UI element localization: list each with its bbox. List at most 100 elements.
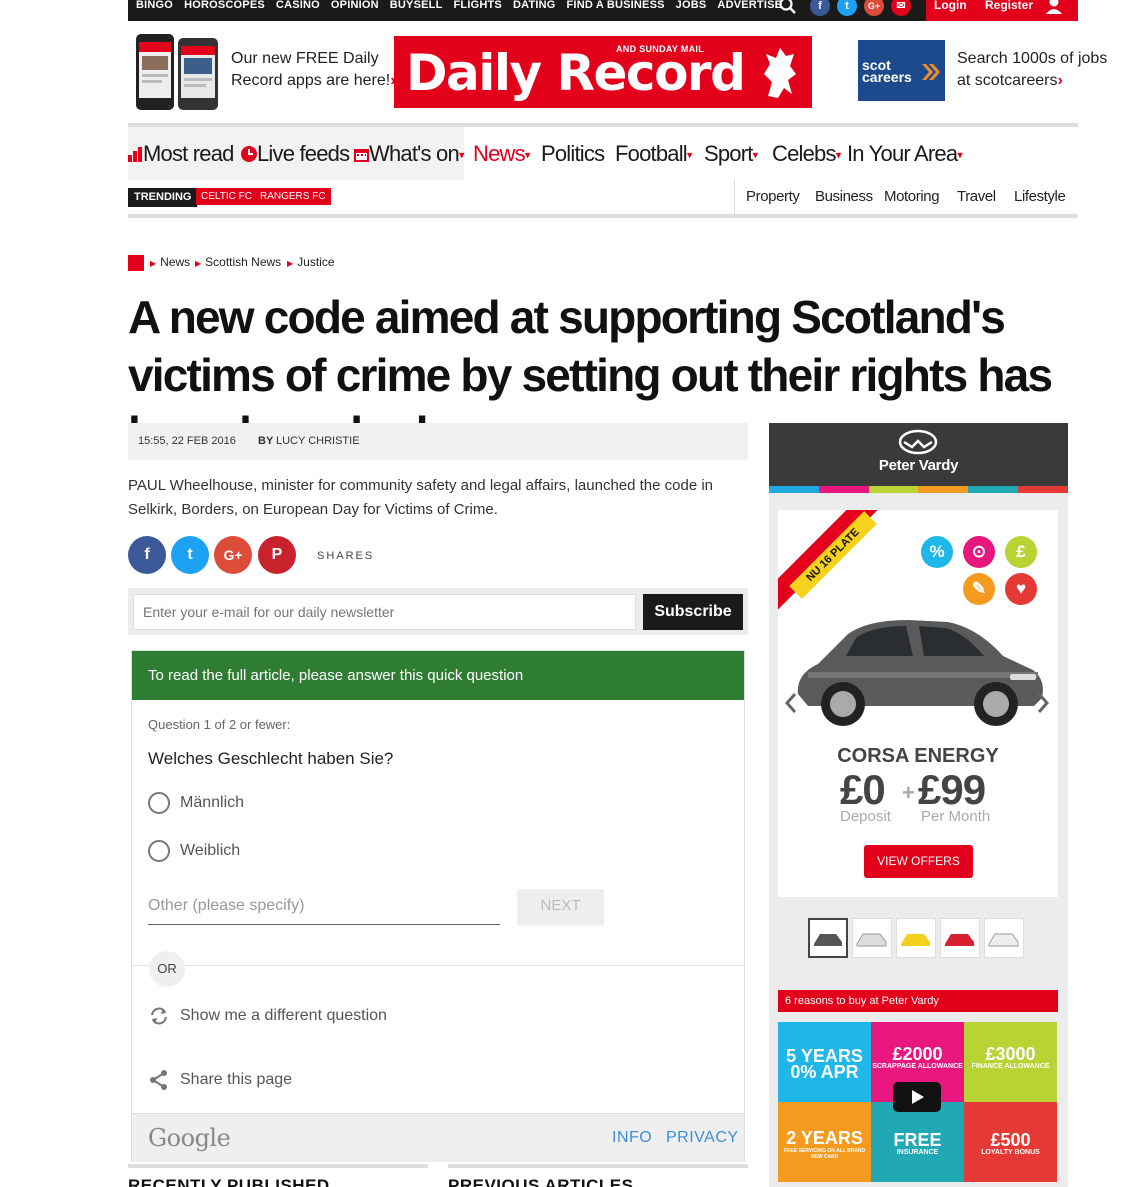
app-phones-image[interactable]	[134, 32, 220, 112]
jobs-promo[interactable]: Search 1000s of jobs at scotcareers›	[957, 48, 1107, 92]
trending-tag[interactable]: RANGERS FC	[255, 188, 331, 205]
reason-tile-title: £3000	[985, 1044, 1036, 1064]
home-icon[interactable]	[128, 255, 144, 271]
reason-tile: £500 LOYALTY BONUS	[964, 1102, 1057, 1182]
utility-link[interactable]: BINGO	[136, 0, 173, 15]
facebook-share-icon[interactable]: f	[128, 536, 166, 574]
utility-link[interactable]: ADVERTISE	[717, 0, 782, 15]
utility-link[interactable]: FLIGHTS	[454, 0, 502, 15]
share-page-link[interactable]: Share this page	[148, 1069, 292, 1091]
car-thumbnail[interactable]	[852, 918, 892, 958]
car-thumbnail[interactable]	[984, 918, 1024, 958]
google-plus-icon[interactable]: G+	[864, 0, 884, 16]
privacy-link[interactable]: PRIVACY	[666, 1129, 739, 1147]
section-link-lifestyle[interactable]: Lifestyle	[1014, 188, 1066, 205]
trending-tag[interactable]: CELTIC FC	[196, 188, 257, 205]
nav-news-label: News	[473, 141, 526, 166]
pinterest-share-icon[interactable]: P	[258, 536, 296, 574]
utility-links: BINGO HOROSCOPES CASINO OPINION BUYSELL …	[136, 0, 782, 15]
section-link-motoring[interactable]: Motoring	[884, 188, 940, 205]
peter-vardy-logo-icon	[898, 429, 938, 455]
car-image	[797, 620, 1043, 726]
facebook-icon[interactable]: f	[810, 0, 830, 16]
carousel-next-icon[interactable]	[1036, 692, 1050, 714]
reason-tile-subtitle: INSURANCE	[896, 1149, 939, 1156]
car-offer-card[interactable]: NU 16 PLATE % ⊙ £ ✎ ♥ CORSA ENERGY £0 + …	[778, 510, 1058, 897]
nav-news[interactable]: News▾	[473, 141, 530, 167]
nav-live-feeds[interactable]: Live feeds	[241, 141, 350, 167]
register-link[interactable]: Register	[985, 0, 1033, 12]
nav-live-feeds-label: Live feeds	[257, 141, 350, 166]
nav-sport[interactable]: Sport▾	[704, 141, 758, 167]
twitter-share-icon[interactable]: t	[171, 536, 209, 574]
utility-link[interactable]: HOROSCOPES	[184, 0, 265, 15]
daily-record-logo[interactable]: AND SUNDAY MAIL Daily Record	[394, 36, 812, 108]
clock-icon	[241, 146, 257, 162]
share-icon	[150, 1070, 167, 1090]
scotcareers-logo[interactable]: scot careers	[858, 40, 945, 101]
email-icon[interactable]: ✉	[891, 0, 911, 16]
answer-option-female[interactable]: Weiblich	[148, 840, 240, 862]
utility-link[interactable]: OPINION	[331, 0, 379, 15]
divider	[448, 1164, 748, 1168]
radio-button[interactable]	[148, 840, 170, 862]
scotcareers-logo-line2: careers	[862, 69, 912, 85]
car-thumbnail[interactable]	[896, 918, 936, 958]
plus-sign: +	[902, 780, 915, 805]
breadcrumb-item[interactable]: ▶ Justice	[287, 255, 335, 269]
nav-in-your-area[interactable]: In Your Area▾	[847, 141, 963, 167]
login-link[interactable]: Login	[934, 0, 967, 12]
answer-option-male[interactable]: Männlich	[148, 792, 244, 814]
ad-color-stripe	[769, 486, 1068, 493]
other-answer-input[interactable]: Other (please specify)	[148, 887, 500, 925]
section-link-travel[interactable]: Travel	[957, 188, 996, 205]
nav-in-your-area-label: In Your Area	[847, 141, 958, 166]
apps-promo-line1: Our new FREE Daily	[231, 50, 379, 67]
car-thumbnail[interactable]	[940, 918, 980, 958]
survey-widget: To read the full article, please answer …	[131, 650, 745, 1162]
car-wash-icon: ⊙	[963, 536, 995, 568]
view-offers-button[interactable]: VIEW OFFERS	[864, 845, 973, 878]
ad-brand-header[interactable]: Peter Vardy	[769, 423, 1068, 493]
reason-tile-title: 5 YEARS 0% APR	[786, 1046, 863, 1082]
twitter-icon[interactable]: t	[837, 0, 857, 16]
radio-button[interactable]	[148, 792, 170, 814]
nav-politics[interactable]: Politics	[541, 141, 605, 167]
utility-link[interactable]: DATING	[513, 0, 556, 15]
nav-most-read[interactable]: Most read	[128, 141, 234, 167]
search-icon[interactable]	[778, 0, 798, 15]
nav-celebs[interactable]: Celebs▾	[772, 141, 841, 167]
carousel-prev-icon[interactable]	[784, 692, 798, 714]
utility-link[interactable]: JOBS	[676, 0, 707, 15]
lion-rampant-icon	[764, 48, 796, 98]
different-question-link[interactable]: Show me a different question	[148, 1006, 387, 1026]
breadcrumb-item[interactable]: ▶ News	[150, 255, 190, 269]
apps-promo-line2: Record apps are here!	[231, 72, 391, 89]
next-button[interactable]: NEXT	[517, 889, 604, 925]
section-link-property[interactable]: Property	[746, 188, 800, 205]
nav-celebs-label: Celebs	[772, 141, 836, 166]
google-plus-share-icon[interactable]: G+	[214, 536, 252, 574]
utility-link[interactable]: CASINO	[276, 0, 320, 15]
caret-down-icon: ▾	[524, 149, 530, 162]
article-author[interactable]: LUCY CHRISTIE	[276, 435, 360, 447]
play-icon[interactable]	[893, 1082, 941, 1112]
sub-navigation: TRENDING CELTIC FC RANGERS FC Property B…	[128, 180, 1078, 218]
nav-whats-on[interactable]: What's on▾	[354, 141, 464, 167]
utility-link[interactable]: BUYSELL	[390, 0, 443, 15]
car-thumbnail[interactable]	[808, 918, 848, 958]
refresh-icon	[151, 1007, 167, 1025]
reason-tile: FREE INSURANCE	[871, 1102, 964, 1182]
apps-promo[interactable]: Our new FREE Daily Record apps are here!…	[231, 48, 396, 92]
subscribe-button[interactable]: Subscribe	[643, 594, 743, 630]
jobs-promo-line1: Search 1000s of jobs	[957, 50, 1108, 67]
section-link-business[interactable]: Business	[815, 188, 873, 205]
nav-football[interactable]: Football▾	[615, 141, 692, 167]
reason-tile: £3000 FINANCE ALLOWANCE	[964, 1022, 1057, 1102]
breadcrumb-item[interactable]: ▶ Scottish News	[195, 255, 281, 269]
info-link[interactable]: INFO	[612, 1129, 652, 1147]
utility-link[interactable]: FIND A BUSINESS	[567, 0, 665, 15]
article-meta: 15:55, 22 FEB 2016 BY LUCY CHRISTIE	[128, 423, 748, 460]
user-icon[interactable]	[1044, 0, 1064, 14]
newsletter-email-input[interactable]	[133, 594, 636, 630]
